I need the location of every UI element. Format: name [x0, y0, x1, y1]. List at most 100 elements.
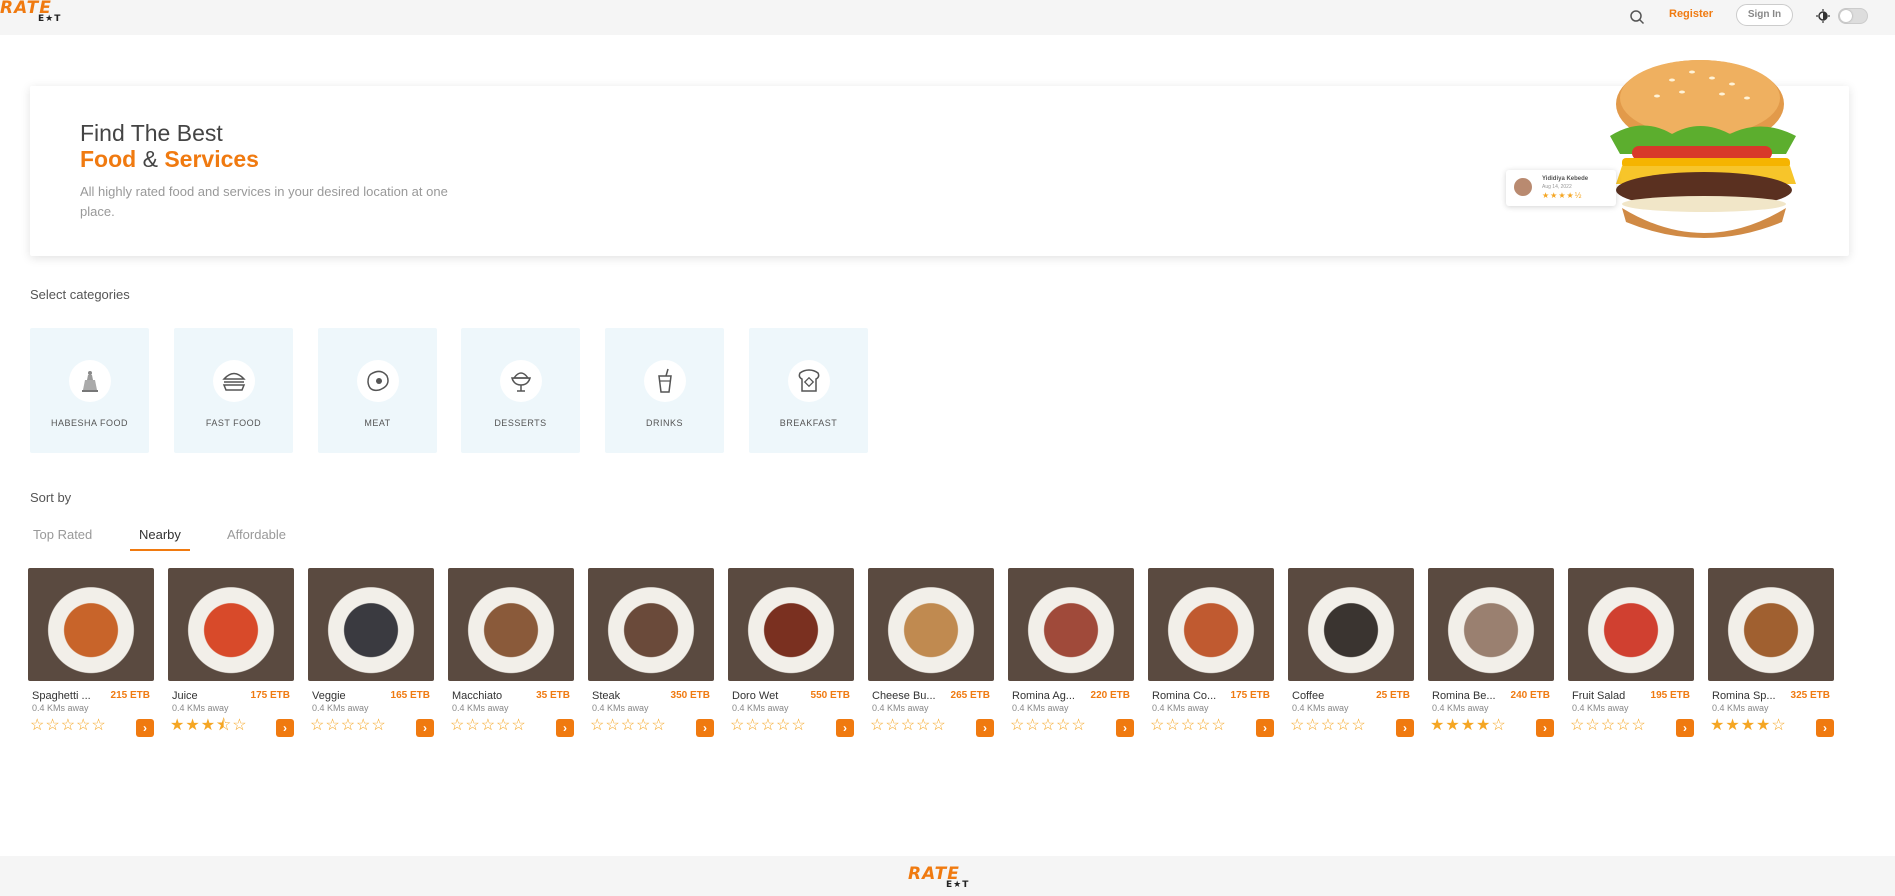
- food-card[interactable]: Juice 175 ETB 0.4 KMs away ★★★⯪☆ ›: [168, 568, 294, 743]
- food-image[interactable]: [308, 568, 434, 681]
- sign-in-button[interactable]: Sign In: [1736, 4, 1793, 26]
- star-empty-icon[interactable]: ☆: [1771, 717, 1786, 734]
- food-image[interactable]: [28, 568, 154, 681]
- star-empty-icon[interactable]: ☆: [931, 717, 946, 734]
- category-habesha-food[interactable]: HABESHA FOOD: [30, 328, 149, 453]
- star-empty-icon[interactable]: ☆: [791, 717, 806, 734]
- dark-mode-toggle[interactable]: [1838, 8, 1868, 24]
- food-card[interactable]: Romina Be... 240 ETB 0.4 KMs away ★★★★☆ ›: [1428, 568, 1554, 743]
- star-empty-icon[interactable]: ☆: [1570, 717, 1585, 734]
- category-desserts[interactable]: DESSERTS: [461, 328, 580, 453]
- chevron-right-icon[interactable]: ›: [1256, 719, 1274, 737]
- star-empty-icon[interactable]: ☆: [91, 717, 106, 734]
- food-rating-stars[interactable]: ★★★★☆: [1430, 718, 1507, 734]
- star-empty-icon[interactable]: ☆: [30, 717, 45, 734]
- food-card[interactable]: Fruit Salad 195 ETB 0.4 KMs away ☆☆☆☆☆ ›: [1568, 568, 1694, 743]
- star-empty-icon[interactable]: ☆: [870, 717, 885, 734]
- star-empty-icon[interactable]: ☆: [61, 717, 76, 734]
- star-empty-icon[interactable]: ☆: [1491, 717, 1506, 734]
- star-filled-icon[interactable]: ★: [1710, 717, 1725, 734]
- chevron-right-icon[interactable]: ›: [836, 719, 854, 737]
- food-image[interactable]: [728, 568, 854, 681]
- food-card[interactable]: Steak 350 ETB 0.4 KMs away ☆☆☆☆☆ ›: [588, 568, 714, 743]
- tab-top-rated[interactable]: Top Rated: [33, 527, 92, 551]
- star-empty-icon[interactable]: ☆: [45, 717, 60, 734]
- food-image[interactable]: [448, 568, 574, 681]
- star-empty-icon[interactable]: ☆: [1321, 717, 1336, 734]
- food-image[interactable]: [1008, 568, 1134, 681]
- food-rating-stars[interactable]: ★★★⯪☆: [170, 718, 248, 734]
- star-half-icon[interactable]: ⯪: [216, 717, 232, 734]
- star-empty-icon[interactable]: ☆: [1056, 717, 1071, 734]
- star-filled-icon[interactable]: ★: [1461, 717, 1476, 734]
- star-empty-icon[interactable]: ☆: [481, 717, 496, 734]
- chevron-right-icon[interactable]: ›: [1816, 719, 1834, 737]
- star-empty-icon[interactable]: ☆: [1165, 717, 1180, 734]
- food-rating-stars[interactable]: ☆☆☆☆☆: [30, 718, 107, 734]
- food-rating-stars[interactable]: ☆☆☆☆☆: [310, 718, 387, 734]
- star-empty-icon[interactable]: ☆: [1181, 717, 1196, 734]
- star-filled-icon[interactable]: ★: [185, 717, 200, 734]
- star-empty-icon[interactable]: ☆: [916, 717, 931, 734]
- food-rating-stars[interactable]: ☆☆☆☆☆: [870, 718, 947, 734]
- star-filled-icon[interactable]: ★: [1445, 717, 1460, 734]
- food-card[interactable]: Doro Wet 550 ETB 0.4 KMs away ☆☆☆☆☆ ›: [728, 568, 854, 743]
- chevron-right-icon[interactable]: ›: [556, 719, 574, 737]
- category-breakfast[interactable]: BREAKFAST: [749, 328, 868, 453]
- star-empty-icon[interactable]: ☆: [901, 717, 916, 734]
- star-empty-icon[interactable]: ☆: [761, 717, 776, 734]
- star-filled-icon[interactable]: ★: [201, 717, 216, 734]
- food-image[interactable]: [1288, 568, 1414, 681]
- food-image[interactable]: [1428, 568, 1554, 681]
- star-empty-icon[interactable]: ☆: [371, 717, 386, 734]
- food-card[interactable]: Romina Sp... 325 ETB 0.4 KMs away ★★★★☆ ›: [1708, 568, 1834, 743]
- chevron-right-icon[interactable]: ›: [696, 719, 714, 737]
- food-card[interactable]: Macchiato 35 ETB 0.4 KMs away ☆☆☆☆☆ ›: [448, 568, 574, 743]
- star-empty-icon[interactable]: ☆: [885, 717, 900, 734]
- star-empty-icon[interactable]: ☆: [1071, 717, 1086, 734]
- star-empty-icon[interactable]: ☆: [590, 717, 605, 734]
- logo[interactable]: RATE E★T: [0, 0, 64, 26]
- star-empty-icon[interactable]: ☆: [1631, 717, 1646, 734]
- category-meat[interactable]: MEAT: [318, 328, 437, 453]
- star-empty-icon[interactable]: ☆: [745, 717, 760, 734]
- food-rating-stars[interactable]: ☆☆☆☆☆: [1010, 718, 1087, 734]
- chevron-right-icon[interactable]: ›: [1116, 719, 1134, 737]
- category-drinks[interactable]: DRINKS: [605, 328, 724, 453]
- star-empty-icon[interactable]: ☆: [356, 717, 371, 734]
- chevron-right-icon[interactable]: ›: [976, 719, 994, 737]
- food-rating-stars[interactable]: ☆☆☆☆☆: [1150, 718, 1227, 734]
- star-empty-icon[interactable]: ☆: [776, 717, 791, 734]
- star-empty-icon[interactable]: ☆: [651, 717, 666, 734]
- star-empty-icon[interactable]: ☆: [496, 717, 511, 734]
- star-filled-icon[interactable]: ★: [1725, 717, 1740, 734]
- star-empty-icon[interactable]: ☆: [730, 717, 745, 734]
- star-empty-icon[interactable]: ☆: [1041, 717, 1056, 734]
- star-empty-icon[interactable]: ☆: [1616, 717, 1631, 734]
- chevron-right-icon[interactable]: ›: [1396, 719, 1414, 737]
- search-icon[interactable]: [1629, 9, 1645, 25]
- food-rating-stars[interactable]: ☆☆☆☆☆: [1570, 718, 1647, 734]
- chevron-right-icon[interactable]: ›: [1536, 719, 1554, 737]
- star-empty-icon[interactable]: ☆: [605, 717, 620, 734]
- food-card[interactable]: Romina Ag... 220 ETB 0.4 KMs away ☆☆☆☆☆ ›: [1008, 568, 1134, 743]
- chevron-right-icon[interactable]: ›: [136, 719, 154, 737]
- star-empty-icon[interactable]: ☆: [450, 717, 465, 734]
- star-empty-icon[interactable]: ☆: [465, 717, 480, 734]
- star-empty-icon[interactable]: ☆: [636, 717, 651, 734]
- star-empty-icon[interactable]: ☆: [1211, 717, 1226, 734]
- star-filled-icon[interactable]: ★: [170, 717, 185, 734]
- food-image[interactable]: [168, 568, 294, 681]
- star-empty-icon[interactable]: ☆: [232, 717, 247, 734]
- food-image[interactable]: [1708, 568, 1834, 681]
- star-empty-icon[interactable]: ☆: [325, 717, 340, 734]
- star-empty-icon[interactable]: ☆: [1025, 717, 1040, 734]
- food-rating-stars[interactable]: ★★★★☆: [1710, 718, 1787, 734]
- tab-nearby[interactable]: Nearby: [130, 527, 190, 551]
- tab-affordable[interactable]: Affordable: [227, 527, 286, 551]
- star-empty-icon[interactable]: ☆: [1351, 717, 1366, 734]
- star-filled-icon[interactable]: ★: [1476, 717, 1491, 734]
- food-card[interactable]: Coffee 25 ETB 0.4 KMs away ☆☆☆☆☆ ›: [1288, 568, 1414, 743]
- food-image[interactable]: [868, 568, 994, 681]
- food-card[interactable]: Romina Co... 175 ETB 0.4 KMs away ☆☆☆☆☆ ›: [1148, 568, 1274, 743]
